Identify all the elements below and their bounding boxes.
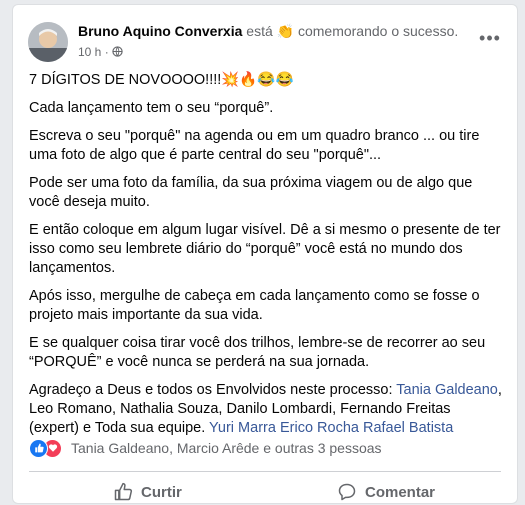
profile-photo bbox=[28, 22, 68, 62]
author-name[interactable]: Bruno Aquino Converxia bbox=[78, 23, 242, 39]
like-icon bbox=[29, 439, 48, 458]
avatar[interactable] bbox=[28, 22, 68, 62]
actions-divider bbox=[29, 471, 501, 472]
paragraph-7: E se qualquer coisa tirar você dos trilh… bbox=[29, 335, 486, 370]
post-meta: 10 h · bbox=[78, 44, 123, 60]
post-heading: Bruno Aquino Converxia está 👏 comemorand… bbox=[78, 22, 458, 40]
paragraph-6: Após isso, mergulhe de cabeça em cada la… bbox=[29, 288, 480, 323]
globe-icon bbox=[112, 46, 123, 57]
reactions-summary[interactable]: Tania Galdeano, Marcio Arêde e outras 3 … bbox=[71, 440, 382, 456]
activity-text: está 👏 comemorando o sucesso. bbox=[246, 23, 459, 39]
thanks-lead: Agradeço a Deus e todos os Envolvidos ne… bbox=[29, 382, 397, 398]
post-header: Bruno Aquino Converxia está 👏 comemorand… bbox=[28, 18, 502, 64]
tag-tania-galdeano[interactable]: Tania Galdeano bbox=[396, 382, 498, 398]
post-card: Bruno Aquino Converxia está 👏 comemorand… bbox=[12, 4, 518, 504]
paragraph-3: Escreva o seu "porquê" na agenda ou em u… bbox=[29, 128, 480, 163]
tag-yuri-marra[interactable]: Yuri Marra bbox=[209, 420, 276, 436]
like-label: Curtir bbox=[141, 483, 182, 501]
tag-erico-rocha[interactable]: Erico Rocha bbox=[280, 420, 359, 436]
comment-button[interactable]: Comentar bbox=[337, 479, 435, 505]
paragraph-2: Cada lançamento tem o seu “porquê”. bbox=[29, 100, 274, 116]
meta-separator: · bbox=[104, 45, 113, 59]
comment-icon bbox=[338, 483, 356, 501]
comment-label: Comentar bbox=[365, 483, 436, 501]
paragraph-1: 7 DÍGITOS DE NOVOOOO!!!!💥🔥😂😂 bbox=[29, 72, 294, 88]
post-text: 7 DÍGITOS DE NOVOOOO!!!!💥🔥😂😂 Cada lançam… bbox=[29, 71, 503, 447]
thanks-paragraph: Agradeço a Deus e todos os Envolvidos ne… bbox=[29, 381, 503, 438]
paragraph-5: E então coloque em algum lugar visível. … bbox=[29, 222, 501, 276]
like-button[interactable]: Curtir bbox=[113, 479, 182, 505]
paragraph-4: Pode ser uma foto da família, da sua pró… bbox=[29, 175, 473, 210]
post-time[interactable]: 10 h bbox=[78, 45, 101, 59]
thumbs-up-icon bbox=[114, 482, 133, 501]
tag-rafael-batista[interactable]: Rafael Batista bbox=[363, 420, 453, 436]
more-options-icon[interactable]: ••• bbox=[478, 28, 502, 48]
